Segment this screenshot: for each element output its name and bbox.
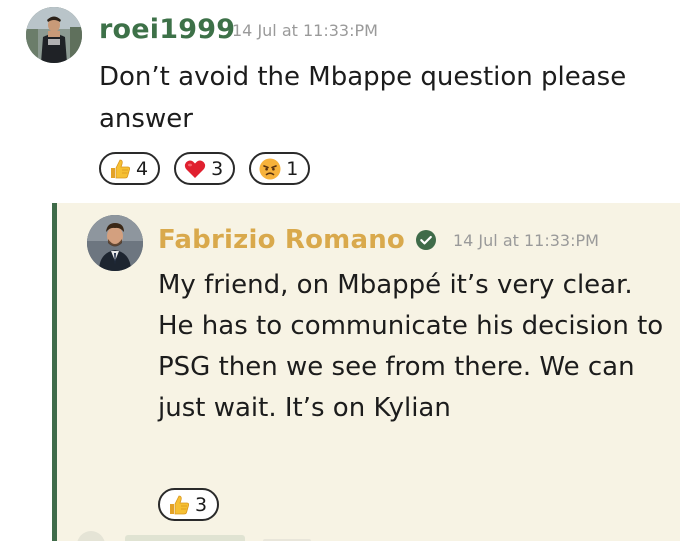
thumbs-up-icon bbox=[111, 159, 130, 178]
avatar[interactable] bbox=[26, 7, 82, 63]
next-comment-preview bbox=[77, 531, 311, 541]
comment: roei1999 14 Jul at 11:33:PM Don’t avoid … bbox=[0, 0, 680, 195]
comment-timestamp: 14 Jul at 11:33:PM bbox=[232, 21, 378, 40]
reaction-angry[interactable]: 1 bbox=[249, 152, 311, 185]
reaction-thumbs-up[interactable]: 3 bbox=[158, 488, 220, 521]
reaction-thumbs-up[interactable]: 4 bbox=[99, 152, 161, 185]
avatar[interactable] bbox=[87, 215, 143, 271]
thumbs-up-icon bbox=[170, 495, 189, 514]
reaction-count: 3 bbox=[211, 157, 224, 180]
reply-reactions: 3 bbox=[158, 488, 220, 521]
comment-thread: roei1999 14 Jul at 11:33:PM Don’t avoid … bbox=[0, 0, 680, 541]
commenter-username[interactable]: roei1999 bbox=[99, 14, 235, 45]
user-avatar-image bbox=[26, 7, 82, 63]
reaction-count: 3 bbox=[195, 493, 208, 516]
comment-text: Don’t avoid the Mbappe question please a… bbox=[99, 62, 627, 134]
reply-timestamp: 14 Jul at 11:33:PM bbox=[452, 230, 599, 250]
reply-author-row: Fabrizio Romano 14 Jul at 11:33:PM bbox=[158, 223, 599, 257]
reply-author-username[interactable]: Fabrizio Romano bbox=[158, 225, 405, 255]
user-avatar-image bbox=[87, 215, 143, 271]
angry-face-icon bbox=[259, 158, 281, 179]
reaction-count: 1 bbox=[286, 157, 299, 180]
heart-icon bbox=[184, 159, 206, 178]
reaction-count: 4 bbox=[136, 157, 149, 180]
verified-check-icon bbox=[415, 230, 436, 250]
reaction-heart[interactable]: 3 bbox=[174, 152, 236, 185]
reply: Fabrizio Romano 14 Jul at 11:33:PM My fr… bbox=[52, 203, 680, 541]
comment-reactions: 4 3 1 bbox=[99, 152, 311, 188]
reply-text: My friend, on Mbappé it’s very clear. He… bbox=[158, 270, 664, 423]
